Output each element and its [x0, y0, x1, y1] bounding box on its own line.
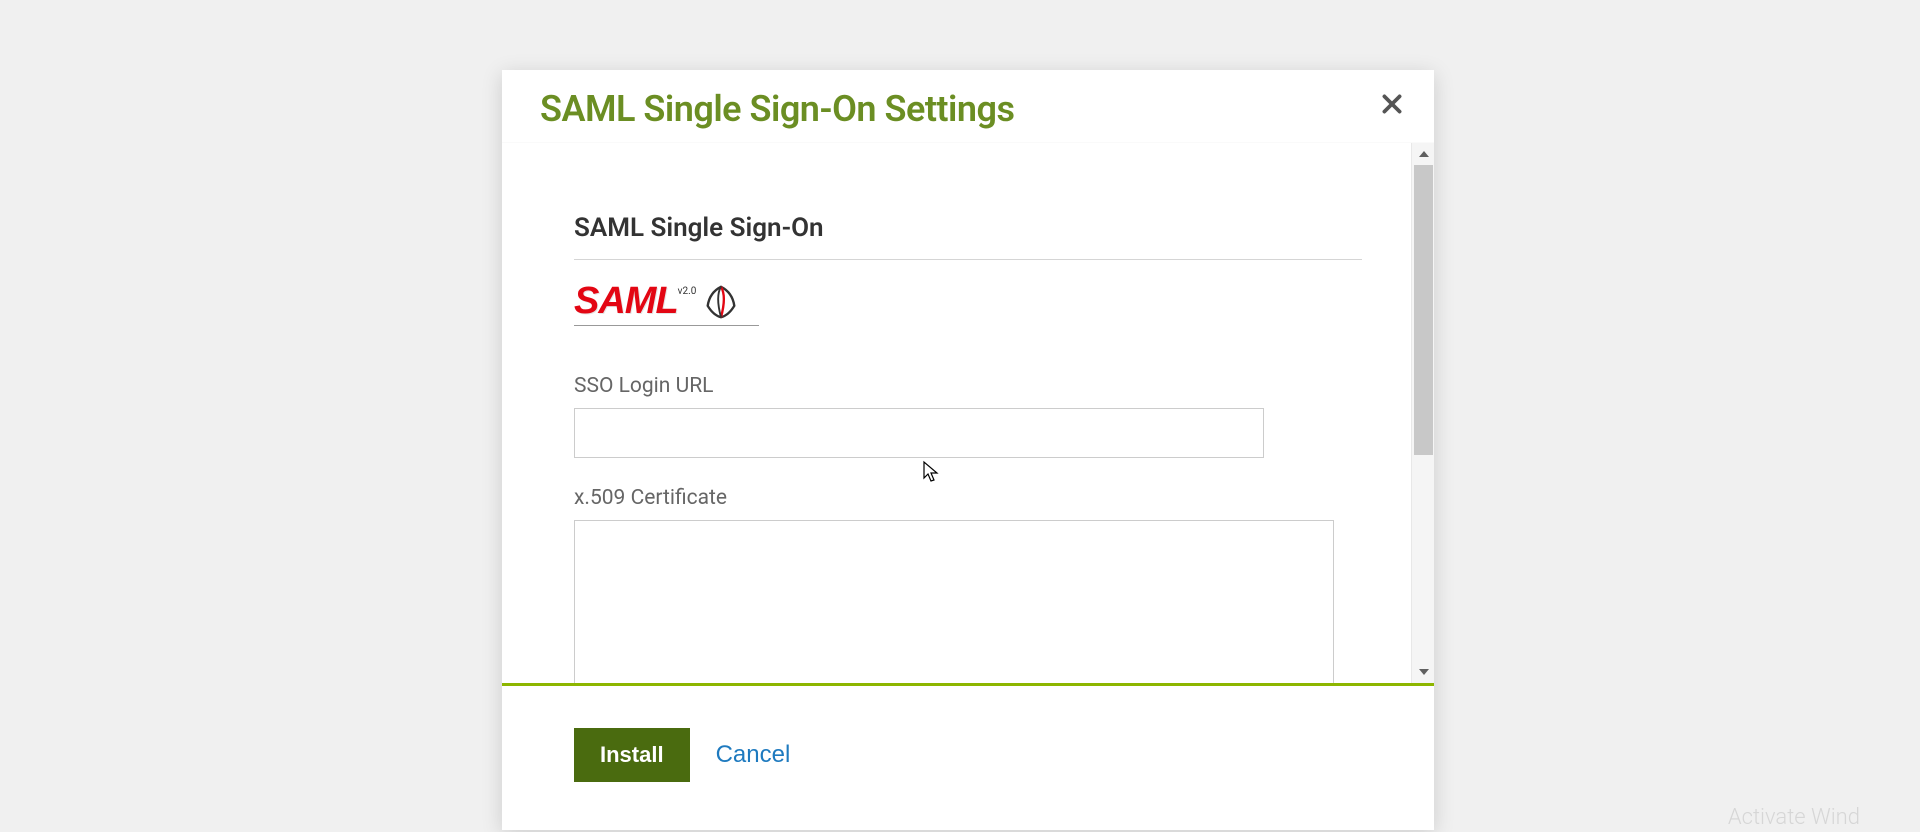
- watermark-text: Activate Wind: [1728, 805, 1860, 830]
- certificate-label: x.509 Certificate: [574, 486, 1362, 510]
- scrollbar-up-arrow[interactable]: [1412, 143, 1435, 165]
- saml-logo-container: SAML v2.0: [574, 280, 1362, 326]
- saml-logo-underline: [574, 325, 759, 326]
- scrollbar-track[interactable]: [1411, 143, 1434, 683]
- scrollbar-thumb[interactable]: [1414, 165, 1433, 455]
- modal-body-wrapper: SAML Single Sign-On SAML v2.0 SSO Login …: [502, 142, 1434, 696]
- sso-url-group: SSO Login URL: [574, 374, 1362, 458]
- certificate-textarea[interactable]: [574, 520, 1334, 683]
- sso-url-label: SSO Login URL: [574, 374, 1362, 398]
- saml-logo-text: SAML: [574, 280, 678, 323]
- saml-logo-version: v2.0: [678, 286, 697, 297]
- close-button[interactable]: [1374, 86, 1410, 122]
- sso-url-input[interactable]: [574, 408, 1264, 458]
- saml-settings-modal: SAML Single Sign-On Settings SAML Single…: [502, 70, 1434, 830]
- cancel-button[interactable]: Cancel: [716, 741, 791, 769]
- certificate-group: x.509 Certificate: [574, 486, 1362, 683]
- chevron-up-icon: [1419, 151, 1429, 157]
- chevron-down-icon: [1419, 669, 1429, 675]
- progress-line: [502, 683, 1434, 686]
- close-icon: [1379, 91, 1405, 117]
- modal-footer: Install Cancel: [502, 696, 1434, 830]
- scrollbar-down-arrow[interactable]: [1412, 661, 1435, 683]
- modal-header: SAML Single Sign-On Settings: [502, 70, 1434, 142]
- modal-title: SAML Single Sign-On Settings: [540, 88, 1396, 130]
- modal-body: SAML Single Sign-On SAML v2.0 SSO Login …: [502, 143, 1434, 683]
- saml-logo-icon: [702, 283, 740, 321]
- saml-logo: SAML v2.0: [574, 280, 740, 323]
- section-title: SAML Single Sign-On: [574, 213, 1362, 243]
- section-divider: [574, 259, 1362, 260]
- install-button[interactable]: Install: [574, 728, 690, 782]
